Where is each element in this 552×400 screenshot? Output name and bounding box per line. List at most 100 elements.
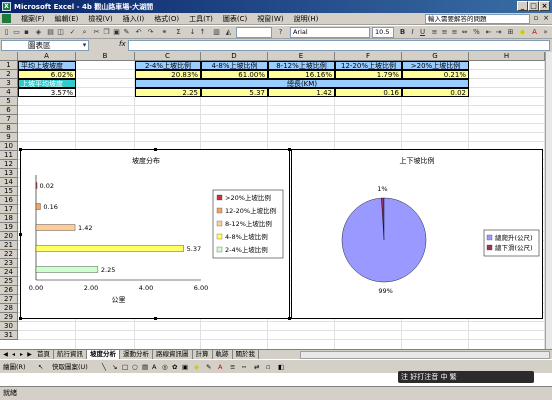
cell-e1[interactable]: 8-12%上坡比例 (268, 61, 335, 70)
row-header-29[interactable]: 29 (0, 313, 18, 322)
menu-item-3[interactable]: 插入(I) (118, 14, 150, 24)
oval-icon[interactable]: ○ (132, 362, 138, 372)
font-size-select[interactable]: 10.5 (372, 27, 394, 38)
autosum-icon[interactable]: Σ (174, 28, 183, 37)
resize-handle-left[interactable] (19, 233, 22, 236)
row-header-26[interactable]: 26 (0, 286, 18, 295)
menu-item-8[interactable]: 說明(H) (289, 14, 324, 24)
print-preview-icon[interactable]: ◫ (56, 28, 65, 37)
row-header-11[interactable]: 11 (0, 151, 18, 160)
cell-f2[interactable]: 1.79% (335, 70, 402, 79)
sheet-tab-0[interactable]: 首頁 (34, 350, 54, 359)
row-header-7[interactable]: 7 (0, 115, 18, 124)
sort-ascending-icon[interactable]: ↓ (188, 28, 197, 37)
name-box-dropdown-icon[interactable]: ▾ (80, 41, 89, 50)
row-header-28[interactable]: 28 (0, 304, 18, 313)
cell-d2[interactable]: 61.00% (201, 70, 268, 79)
copy-icon[interactable]: ❐ (102, 28, 111, 37)
decrease-indent-icon[interactable]: ⇤ (484, 28, 493, 37)
help-icon[interactable]: ? (276, 28, 285, 37)
row-header-15[interactable]: 15 (0, 187, 18, 196)
row-header-12[interactable]: 12 (0, 160, 18, 169)
sheet-tab-1[interactable]: 航行資訊 (54, 350, 87, 359)
formula-input[interactable] (128, 40, 550, 51)
new-file-icon[interactable]: ▯ (2, 28, 11, 37)
row-header-20[interactable]: 20 (0, 232, 18, 241)
cell-f1[interactable]: 12-20%上坡比例 (335, 61, 402, 70)
cell-a2[interactable]: 6.02% (18, 70, 76, 79)
draw-font-color-icon[interactable]: A (218, 362, 222, 372)
redo-icon[interactable]: ↷ (146, 28, 155, 37)
cell-c4[interactable]: 2.25 (135, 88, 201, 97)
draw-fill-color-icon[interactable]: ◆ (194, 362, 199, 372)
close-button[interactable]: × (539, 1, 550, 11)
sheet-tab-5[interactable]: 計算 (192, 350, 213, 359)
column-header-e[interactable]: E (268, 52, 335, 61)
ime-toolbar[interactable]: 注 好打注音 中 繁 (398, 371, 534, 383)
column-header-a[interactable]: A (18, 52, 76, 61)
cell-g4[interactable]: 0.02 (402, 88, 469, 97)
font-color-icon[interactable]: A (530, 28, 539, 37)
open-file-icon[interactable]: ▭ (12, 28, 21, 37)
row-header-4[interactable]: 4 (0, 88, 18, 97)
name-box[interactable]: 圖表區 (1, 40, 89, 51)
menu-item-0[interactable]: 檔案(F) (16, 14, 50, 24)
increase-indent-icon[interactable]: ⇥ (494, 28, 503, 37)
row-header-22[interactable]: 22 (0, 250, 18, 259)
menu-item-7[interactable]: 視窗(W) (252, 14, 288, 24)
select-objects-icon[interactable]: ↖ (38, 362, 43, 372)
column-header-g[interactable]: G (402, 52, 469, 61)
arrow-style-icon[interactable]: ⇄ (254, 362, 259, 372)
fx-icon[interactable]: fx (119, 40, 126, 48)
column-header-c[interactable]: C (135, 52, 201, 61)
cell-c2[interactable]: 20.83% (135, 70, 201, 79)
resize-handle-bottom[interactable] (154, 317, 157, 320)
line-style-icon[interactable]: ≡ (230, 362, 235, 372)
next-sheet-icon[interactable]: ▸ (18, 350, 25, 359)
shadow-icon[interactable]: ▫ (266, 362, 270, 372)
sheet-tab-6[interactable]: 軌跡 (212, 350, 233, 359)
bold-icon[interactable]: B (398, 28, 407, 37)
borders-icon[interactable]: ⊞ (506, 28, 515, 37)
row-header-30[interactable]: 30 (0, 322, 18, 331)
chart-wizard-icon[interactable]: ▥ (212, 28, 221, 37)
row-header-9[interactable]: 9 (0, 133, 18, 142)
arrow-icon[interactable]: ↘ (112, 362, 117, 372)
cell-a3[interactable]: 上坡平均坡度 (18, 79, 76, 88)
row-header-8[interactable]: 8 (0, 124, 18, 133)
menu-item-4[interactable]: 格式(O) (149, 14, 184, 24)
merge-center-icon[interactable]: ⇔ (460, 28, 469, 37)
row-header-10[interactable]: 10 (0, 142, 18, 151)
dash-style-icon[interactable]: ┅ (242, 362, 246, 372)
hyperlink-icon[interactable]: ⚭ (160, 28, 169, 37)
row-header-6[interactable]: 6 (0, 106, 18, 115)
row-header-17[interactable]: 17 (0, 205, 18, 214)
cell-g2[interactable]: 0.21% (402, 70, 469, 79)
toolbar-options-icon[interactable]: » (541, 28, 550, 37)
vertical-scrollbar[interactable] (545, 52, 552, 349)
workbook-icon[interactable] (2, 14, 11, 23)
fill-color-icon[interactable]: ◆ (518, 28, 527, 37)
menu-item-1[interactable]: 編輯(E) (50, 14, 84, 24)
print-icon[interactable]: ▤ (46, 28, 55, 37)
row-header-21[interactable]: 21 (0, 241, 18, 250)
cell-e4[interactable]: 1.42 (268, 88, 335, 97)
line-icon[interactable]: ╲ (102, 362, 106, 372)
spelling-icon[interactable]: ✓ (68, 28, 77, 37)
undo-icon[interactable]: ↶ (134, 28, 143, 37)
sheet-tab-3[interactable]: 運動分析 (120, 350, 153, 359)
column-header-b[interactable]: B (76, 52, 135, 61)
menu-item-5[interactable]: 工具(T) (184, 14, 218, 24)
percent-icon[interactable]: % (472, 28, 481, 37)
align-right-icon[interactable]: ≡ (450, 28, 459, 37)
row-header-25[interactable]: 25 (0, 277, 18, 286)
row-header-2[interactable]: 2 (0, 70, 18, 79)
cut-icon[interactable]: ✂ (92, 28, 101, 37)
row-header-3[interactable]: 3 (0, 79, 18, 88)
cell-a1[interactable]: 平均上坡坡度 (18, 61, 76, 70)
row-header-16[interactable]: 16 (0, 196, 18, 205)
select-all-corner[interactable] (0, 52, 18, 61)
menu-item-2[interactable]: 檢視(V) (83, 14, 117, 24)
cell-d4[interactable]: 5.37 (201, 88, 268, 97)
line-color-icon[interactable]: ✎ (206, 362, 211, 372)
